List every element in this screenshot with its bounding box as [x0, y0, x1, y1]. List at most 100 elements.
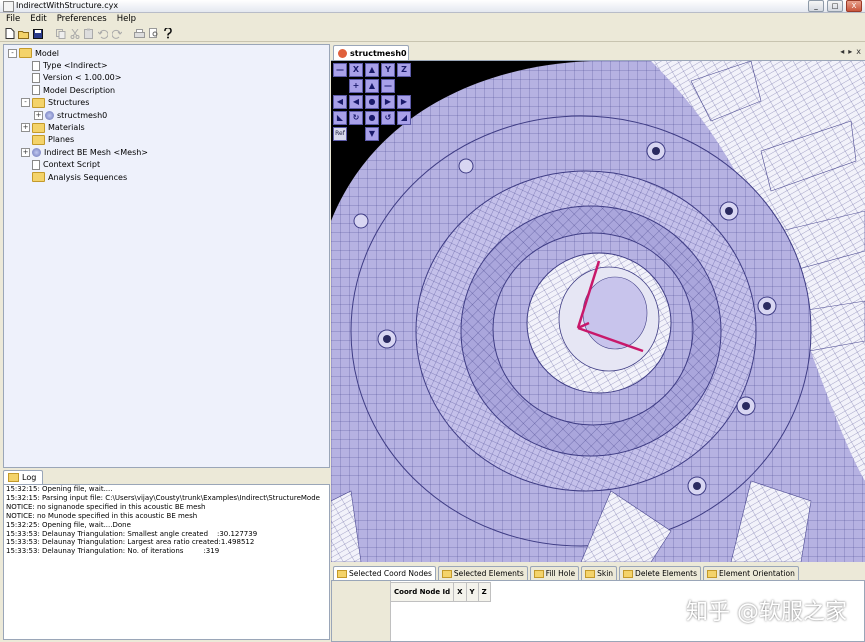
column-header[interactable]: X	[454, 582, 467, 602]
view-btn-tilt-left[interactable]: ◣	[333, 111, 347, 125]
bottom-tab-label: Delete Elements	[635, 569, 698, 578]
tree-item[interactable]: Type <Indirect>	[8, 59, 148, 71]
table-header-row: Coord Node Id X Y Z	[390, 582, 491, 602]
cut-icon[interactable]	[69, 28, 80, 39]
tab-scroll-right-icon[interactable]: ▸	[848, 47, 852, 56]
print-icon[interactable]	[134, 28, 145, 39]
tree-item-label: Type <Indirect>	[43, 61, 108, 71]
selection-tab-bar: Selected Coord Nodes Selected Elements Fil…	[331, 566, 865, 581]
tree-item-label: Materials	[48, 123, 85, 133]
view-btn-y[interactable]: Y	[381, 63, 395, 77]
save-icon[interactable]	[32, 28, 43, 39]
view-btn-pan-down[interactable]: ▼	[365, 127, 379, 141]
bottom-tab[interactable]: Fill Hole	[529, 566, 580, 581]
view-btn-pan-left[interactable]: ◀	[349, 95, 363, 109]
print-preview-icon[interactable]	[148, 28, 159, 39]
log-pane: 15:32:15: Opening file, wait.... 15:32:15…	[3, 484, 330, 640]
column-header[interactable]: Z	[478, 582, 491, 602]
help-icon[interactable]	[162, 28, 173, 39]
open-icon[interactable]	[18, 28, 29, 39]
view-btn-rotate-right[interactable]: ▶	[397, 95, 411, 109]
menu-help[interactable]: Help	[117, 13, 136, 25]
view-btn-zoom-in[interactable]: +	[349, 79, 363, 93]
tree-item[interactable]: Context Script	[8, 159, 148, 171]
view-btn-reset[interactable]: ●	[365, 111, 379, 125]
tree-item-label: structmesh0	[57, 110, 108, 120]
tree-item[interactable]: Version < 1.00.00>	[8, 72, 148, 84]
view-btn-zoom-out[interactable]: —	[381, 79, 395, 93]
tree-item-label: Context Script	[43, 160, 101, 170]
tree-item[interactable]: + structmesh0	[8, 109, 148, 121]
minimize-button[interactable]: _	[808, 0, 824, 12]
tree-item[interactable]: Model Description	[8, 84, 148, 96]
view-palette: — X ▲ Y Z + ▲ — ◀ ◀ ● ▶ ▶ ◣ ↻ ● ↺ ◢ Ref …	[331, 61, 413, 145]
tree-item[interactable]: Analysis Sequences	[8, 171, 148, 183]
tree-item[interactable]: - Model	[8, 47, 148, 59]
undo-icon[interactable]	[97, 28, 108, 39]
tree-item[interactable]: - Structures	[8, 97, 148, 109]
mesh-viewport[interactable]: — X ▲ Y Z + ▲ — ◀ ◀ ● ▶ ▶ ◣ ↻ ● ↺ ◢ Ref …	[331, 61, 865, 562]
tab-structmesh0[interactable]: structmesh0	[333, 45, 409, 60]
doc-icon	[32, 72, 40, 83]
collapse-icon[interactable]: -	[21, 98, 30, 108]
view-btn-pan-right[interactable]: ▶	[381, 95, 395, 109]
view-btn-rotate-left[interactable]: ◀	[333, 95, 347, 109]
tree-item[interactable]: + Materials	[8, 121, 148, 133]
maximize-button[interactable]: □	[827, 0, 843, 12]
bottom-tab[interactable]: Element Orientation	[703, 566, 799, 581]
tab-scroll-left-icon[interactable]: ◂	[840, 47, 844, 56]
view-btn-minus[interactable]: —	[333, 63, 347, 77]
expand-icon[interactable]: +	[21, 147, 30, 157]
view-btn-pan-up[interactable]: ▲	[365, 79, 379, 93]
expand-icon[interactable]: +	[21, 123, 30, 133]
title-bar: IndirectWithStructure.cyx _ □ X	[0, 0, 865, 13]
doc-icon	[32, 60, 40, 71]
tree-item-label: Structures	[48, 98, 90, 108]
log-line: 15:33:53: Delaunay Triangulation: No. of…	[6, 547, 220, 556]
view-btn-tilt-right[interactable]: ◢	[397, 111, 411, 125]
view-btn-spin-cw[interactable]: ↻	[349, 111, 363, 125]
doc-icon	[32, 85, 40, 96]
mesh-icon	[32, 147, 41, 157]
bottom-tab[interactable]: Selected Elements	[437, 566, 528, 581]
close-button[interactable]: X	[846, 0, 862, 12]
tab-close-icon[interactable]: x	[856, 47, 861, 56]
folder-icon	[32, 134, 45, 145]
row-header-column	[332, 581, 391, 641]
bottom-tab-label: Selected Coord Nodes	[349, 569, 432, 578]
mesh-icon	[45, 110, 54, 120]
bottom-tab-label: Skin	[597, 569, 614, 578]
column-header[interactable]: Coord Node Id	[390, 582, 455, 602]
menu-file[interactable]: File	[6, 13, 20, 25]
folder-icon	[32, 122, 45, 133]
log-line: 15:32:25: Opening file, wait....Done	[6, 520, 131, 529]
bottom-tab[interactable]: Selected Coord Nodes	[333, 566, 436, 581]
menu-preferences[interactable]: Preferences	[57, 13, 107, 25]
log-tab[interactable]: Log	[3, 470, 43, 484]
copy-icon[interactable]	[55, 28, 66, 39]
expand-icon[interactable]: +	[34, 110, 43, 120]
mesh-icon	[338, 48, 347, 58]
bottom-tab[interactable]: Skin	[581, 566, 618, 581]
view-btn-ref[interactable]: Ref	[333, 127, 347, 141]
collapse-icon[interactable]: -	[8, 48, 17, 58]
view-btn-z[interactable]: Z	[397, 63, 411, 77]
menu-edit[interactable]: Edit	[30, 13, 46, 25]
bottom-tab[interactable]: Delete Elements	[619, 566, 702, 581]
paste-icon[interactable]	[83, 28, 94, 39]
tree-item[interactable]: + Indirect BE Mesh <Mesh>	[8, 146, 148, 158]
view-btn-up[interactable]: ▲	[365, 63, 379, 77]
view-btn-x[interactable]: X	[349, 63, 363, 77]
folder-icon	[441, 569, 452, 578]
log-line: NOTICE: no signanode specified in this a…	[6, 502, 206, 511]
log-tab-label: Log	[22, 473, 37, 482]
tree-item[interactable]: Planes	[8, 134, 148, 146]
redo-icon[interactable]	[111, 28, 122, 39]
viewer-tab-bar: structmesh0 ◂ ▸ x	[331, 44, 865, 61]
bottom-tab-label: Fill Hole	[545, 569, 576, 578]
view-btn-center[interactable]: ●	[365, 95, 379, 109]
view-btn-spin-ccw[interactable]: ↺	[381, 111, 395, 125]
folder-icon	[32, 172, 45, 183]
column-header[interactable]: Y	[466, 582, 479, 602]
new-icon[interactable]	[4, 28, 15, 39]
